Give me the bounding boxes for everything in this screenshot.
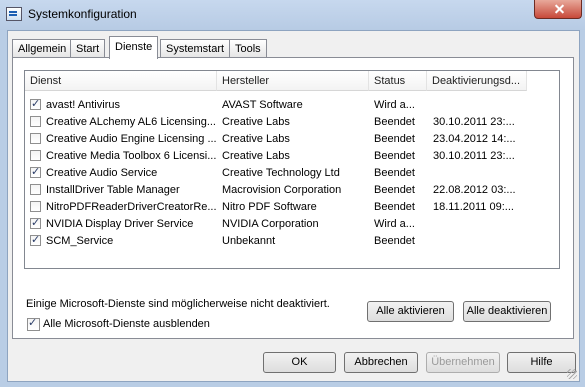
service-date: [433, 216, 553, 233]
service-name: NVIDIA Display Driver Service: [46, 218, 194, 230]
service-name: Creative ALchemy AL6 Licensing...: [46, 116, 216, 128]
service-vendor: Creative Labs: [222, 116, 290, 128]
service-date: [433, 165, 553, 182]
service-row[interactable]: avast! Antivirus AVAST Software Wird a..…: [25, 97, 559, 114]
service-row[interactable]: InstallDriver Table Manager Macrovision …: [25, 182, 559, 199]
service-name: avast! Antivirus: [46, 99, 120, 111]
service-vendor: Nitro PDF Software: [222, 201, 317, 213]
hide-microsoft-services-checkbox[interactable]: [27, 316, 40, 331]
service-date: 18.11.2011 09:...: [433, 201, 514, 213]
service-status: Wird a...: [374, 218, 415, 230]
tab-tools[interactable]: Tools: [229, 39, 267, 58]
window-title: Systemkonfiguration: [28, 7, 137, 21]
service-date: [433, 97, 553, 114]
ok-button[interactable]: OK: [263, 352, 336, 373]
service-vendor: Creative Labs: [222, 150, 290, 162]
service-row[interactable]: Creative Audio Engine Licensing ... Crea…: [25, 131, 559, 148]
service-name: Creative Media Toolbox 6 Licensi...: [46, 150, 216, 162]
service-checkbox[interactable]: [30, 216, 41, 229]
service-checkbox[interactable]: [30, 201, 41, 212]
hide-microsoft-services-label[interactable]: Alle Microsoft-Dienste ausblenden: [43, 318, 210, 330]
msconfig-app-icon: [6, 7, 22, 21]
service-checkbox[interactable]: [30, 165, 41, 178]
service-vendor: Macrovision Corporation: [222, 184, 342, 196]
service-status: Beendet: [374, 184, 415, 196]
service-status: Beendet: [374, 133, 415, 145]
service-date: [433, 233, 553, 250]
column-header-status[interactable]: Status: [369, 71, 427, 91]
service-checkbox[interactable]: [30, 133, 41, 144]
service-checkbox[interactable]: [30, 116, 41, 127]
service-checkbox[interactable]: [30, 150, 41, 161]
services-tab-panel: Dienst Hersteller Status Deaktivierungsd…: [12, 57, 574, 339]
help-button[interactable]: Hilfe: [507, 352, 576, 373]
dialog-body: Allgemein Start Dienste Systemstart Tool…: [7, 30, 580, 382]
service-name: SCM_Service: [46, 235, 114, 247]
service-row[interactable]: NitroPDFReaderDriverCreatorRe... Nitro P…: [25, 199, 559, 216]
tab-allgemein[interactable]: Allgemein: [12, 39, 73, 58]
service-row[interactable]: NVIDIA Display Driver Service NVIDIA Cor…: [25, 216, 559, 233]
service-vendor: Creative Technology Ltd: [222, 167, 340, 179]
service-row[interactable]: Creative Audio Service Creative Technolo…: [25, 165, 559, 182]
service-status: Beendet: [374, 150, 415, 162]
service-date: 22.08.2012 03:...: [433, 184, 516, 196]
disable-all-button[interactable]: Alle deaktivieren: [463, 301, 551, 322]
column-header-dienst[interactable]: Dienst: [25, 71, 217, 91]
close-button[interactable]: [534, 0, 582, 19]
title-bar[interactable]: Systemkonfiguration: [0, 0, 585, 30]
service-name: NitroPDFReaderDriverCreatorRe...: [46, 201, 216, 213]
microsoft-services-note: Einige Microsoft-Dienste sind möglicherw…: [26, 298, 330, 310]
column-header-hersteller[interactable]: Hersteller: [217, 71, 369, 91]
service-name: Creative Audio Service: [46, 167, 158, 179]
service-name: Creative Audio Engine Licensing ...: [46, 133, 216, 145]
column-header-deaktivierungsdatum[interactable]: Deaktivierungsd...: [427, 71, 527, 91]
service-date: 30.10.2011 23:...: [433, 116, 515, 128]
service-checkbox[interactable]: [30, 233, 41, 246]
service-status: Beendet: [374, 235, 415, 247]
service-vendor: Creative Labs: [222, 133, 290, 145]
tab-start[interactable]: Start: [70, 39, 106, 58]
cancel-button[interactable]: Abbrechen: [344, 352, 418, 373]
service-status: Wird a...: [374, 99, 415, 111]
tab-systemstart[interactable]: Systemstart: [160, 39, 231, 58]
service-row[interactable]: SCM_Service Unbekannt Beendet: [25, 233, 559, 250]
service-status: Beendet: [374, 167, 415, 179]
service-vendor: Unbekannt: [222, 235, 276, 247]
services-list[interactable]: Dienst Hersteller Status Deaktivierungsd…: [24, 70, 560, 269]
service-checkbox[interactable]: [30, 97, 41, 110]
apply-button[interactable]: Übernehmen: [426, 352, 500, 373]
service-checkbox[interactable]: [30, 184, 41, 195]
service-status: Beendet: [374, 116, 415, 128]
resize-grip-icon[interactable]: [567, 369, 577, 379]
service-vendor: NVIDIA Corporation: [222, 218, 319, 230]
enable-all-button[interactable]: Alle aktivieren: [367, 301, 454, 322]
service-name: InstallDriver Table Manager: [46, 184, 180, 196]
service-status: Beendet: [374, 201, 415, 213]
service-date: 23.04.2012 14:...: [433, 133, 516, 145]
service-vendor: AVAST Software: [222, 99, 303, 111]
service-date: 30.10.2011 23:...: [433, 150, 515, 162]
service-row[interactable]: Creative Media Toolbox 6 Licensi... Crea…: [25, 148, 559, 165]
service-row[interactable]: Creative ALchemy AL6 Licensing... Creati…: [25, 114, 559, 131]
tab-dienste[interactable]: Dienste: [109, 36, 159, 59]
